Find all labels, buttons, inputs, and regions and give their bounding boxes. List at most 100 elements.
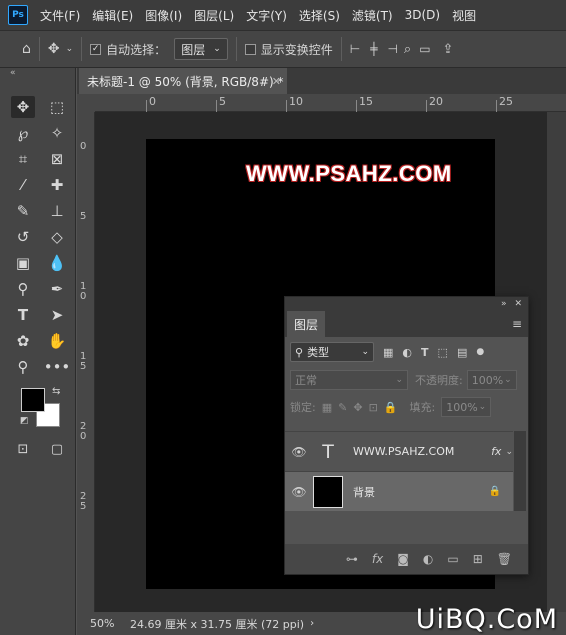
layer-row-selected[interactable]: 👁 背景 🔒 xyxy=(285,471,513,511)
document-tab[interactable]: 未标题-1 @ 50% (背景, RGB/8#) * ✕ xyxy=(79,68,287,94)
close-icon[interactable]: ✕ xyxy=(514,299,522,309)
smart-object-filter-icon[interactable]: ▤ xyxy=(457,346,467,359)
opacity-field[interactable]: 100% ⌄ xyxy=(466,370,517,390)
auto-select-checkbox[interactable]: ✓ xyxy=(90,43,102,55)
filter-toggle-icon[interactable]: ● xyxy=(476,347,484,357)
new-group-icon[interactable]: ▭ xyxy=(447,552,458,566)
magic-wand-icon[interactable]: ✧ xyxy=(45,122,69,144)
brush-tool-icon[interactable]: ✎ xyxy=(11,200,35,222)
panel-header: » ✕ xyxy=(285,297,528,311)
adjustment-filter-icon[interactable]: ◐ xyxy=(402,346,412,359)
ruler-corner xyxy=(77,94,95,112)
swap-colors-icon[interactable]: ⇆ xyxy=(52,386,60,397)
visibility-eye-icon[interactable]: 👁 xyxy=(285,485,313,499)
default-colors-icon[interactable]: ◩ xyxy=(20,416,29,426)
new-layer-icon[interactable]: ⊞ xyxy=(473,552,483,566)
align-left-icon[interactable]: ⊢ xyxy=(350,42,360,56)
chevron-down-icon[interactable]: ⌄ xyxy=(66,44,74,54)
stamp-tool-icon[interactable]: ⊥ xyxy=(45,200,69,222)
menu-view[interactable]: 视图 xyxy=(452,7,476,24)
collapse-icon[interactable]: » xyxy=(501,299,507,309)
lock-pixels-icon[interactable]: ▦ xyxy=(322,401,332,414)
lock-row: 锁定: ▦ ✎ ✥ ⊡ 🔒 填充: 100% ⌄ xyxy=(285,393,528,421)
watermark: UiBQ.CoM xyxy=(415,604,558,635)
layer-row[interactable]: 👁 T WWW.PSAHZ.COM fx ⌄ xyxy=(285,431,513,471)
fill-field[interactable]: 100% ⌄ xyxy=(441,397,492,417)
chevron-right-icon[interactable]: › xyxy=(310,618,314,629)
menu-layer[interactable]: 图层(L) xyxy=(194,7,234,24)
tools-panel: « ✥ ⬚ ℘ ✧ ⌗ ⊠ ⁄ ✚ ✎ ⊥ ↺ ◇ ▣ 💧 ⚲ ✒ T ➤ ✿ … xyxy=(0,68,76,635)
layer-name[interactable]: WWW.PSAHZ.COM xyxy=(353,445,454,458)
menu-filter[interactable]: 滤镜(T) xyxy=(352,7,393,24)
ruler-label: 1 0 xyxy=(80,281,87,302)
fx-icon[interactable]: fx xyxy=(491,445,501,458)
screen-mode-icon[interactable]: ▢ xyxy=(45,438,69,460)
blend-mode-value: 正常 xyxy=(295,374,317,387)
home-icon[interactable]: ⌂ xyxy=(22,41,31,57)
menu-select[interactable]: 选择(S) xyxy=(299,7,340,24)
zoom-tool-icon[interactable]: ⚲ xyxy=(11,356,35,378)
move-tool-icon[interactable]: ✥ xyxy=(48,41,60,57)
close-icon[interactable]: ✕ xyxy=(272,75,281,88)
quick-mask-icon[interactable]: ⊡ xyxy=(11,438,35,460)
healing-brush-icon[interactable]: ✚ xyxy=(45,174,69,196)
path-select-icon[interactable]: ➤ xyxy=(45,304,69,326)
pen-tool-icon[interactable]: ✒ xyxy=(45,278,69,300)
filter-kind-dropdown[interactable]: ⚲ 类型 ⌄ xyxy=(290,342,374,362)
menu-image[interactable]: 图像(I) xyxy=(145,7,182,24)
pixel-filter-icon[interactable]: ▦ xyxy=(383,346,393,359)
panel-scrollbar[interactable] xyxy=(514,431,526,511)
collapse-icon[interactable]: « xyxy=(10,68,16,78)
hand-tool-icon[interactable]: ✋ xyxy=(45,330,69,352)
visibility-eye-icon[interactable]: 👁 xyxy=(285,445,313,459)
foreground-color-swatch-top[interactable] xyxy=(21,388,45,412)
show-transform-label: 显示变换控件 xyxy=(260,42,333,57)
show-transform-checkbox[interactable] xyxy=(244,43,256,55)
dodge-tool-icon[interactable]: ⚲ xyxy=(11,278,35,300)
share-icon[interactable]: ⇪ xyxy=(443,42,454,57)
chevron-down-icon[interactable]: ⌄ xyxy=(505,447,513,457)
panel-menu-icon[interactable]: ≡ xyxy=(512,317,522,331)
layer-name[interactable]: 背景 xyxy=(353,484,375,500)
layer-style-fx-icon[interactable]: fx xyxy=(372,552,383,566)
ruler-label: 15 xyxy=(359,95,373,108)
lock-all-icon[interactable]: 🔒 xyxy=(384,401,398,414)
type-filter-icon[interactable]: T xyxy=(421,346,429,359)
crop-tool-icon[interactable]: ⌗ xyxy=(11,148,35,170)
eyedropper-icon[interactable]: ⁄ xyxy=(11,174,35,196)
tab-layers[interactable]: 图层 xyxy=(287,311,325,337)
add-mask-icon[interactable]: ◙ xyxy=(397,552,409,566)
eraser-icon[interactable]: ◇ xyxy=(45,226,69,248)
auto-select-dropdown[interactable]: 图层 ⌄ xyxy=(174,38,228,60)
blend-mode-dropdown[interactable]: 正常 ⌄ xyxy=(290,370,408,390)
zoom-level[interactable]: 50% xyxy=(90,617,130,630)
search-icon[interactable]: ⌕ xyxy=(404,42,411,57)
lock-paint-icon[interactable]: ✎ xyxy=(338,401,347,414)
type-tool-icon[interactable]: T xyxy=(11,304,35,326)
opacity-value: 100% xyxy=(471,373,504,387)
trash-icon[interactable]: 🗑 xyxy=(497,552,512,566)
menu-type[interactable]: 文字(Y) xyxy=(246,7,287,24)
lasso-tool-icon[interactable]: ℘ xyxy=(11,122,35,144)
frame-tool-icon[interactable]: ⊠ xyxy=(45,148,69,170)
ruler-tick xyxy=(496,100,497,112)
shape-filter-icon[interactable]: ⬚ xyxy=(438,346,448,359)
shape-tool-icon[interactable]: ✿ xyxy=(11,330,35,352)
align-center-icon[interactable]: ╪ xyxy=(370,42,377,56)
adjustment-layer-icon[interactable]: ◐ xyxy=(423,552,433,566)
menu-edit[interactable]: 编辑(E) xyxy=(92,7,133,24)
more-tools-icon[interactable]: ••• xyxy=(44,356,71,378)
gradient-tool-icon[interactable]: ▣ xyxy=(11,252,35,274)
align-right-icon[interactable]: ⊣ xyxy=(387,42,397,56)
lock-artboard-icon[interactable]: ⊡ xyxy=(369,401,378,414)
blur-tool-icon[interactable]: 💧 xyxy=(45,252,69,274)
horizontal-ruler: 0 5 10 15 20 25 xyxy=(95,94,566,112)
menu-file[interactable]: 文件(F) xyxy=(40,7,80,24)
workspace-icon[interactable]: ▭ xyxy=(419,42,430,56)
history-brush-icon[interactable]: ↺ xyxy=(11,226,35,248)
lock-position-icon[interactable]: ✥ xyxy=(353,401,362,414)
marquee-tool-icon[interactable]: ⬚ xyxy=(45,96,69,118)
move-tool-icon[interactable]: ✥ xyxy=(11,96,35,118)
menu-3d[interactable]: 3D(D) xyxy=(405,8,440,22)
link-layers-icon[interactable]: ⊶ xyxy=(346,552,358,566)
